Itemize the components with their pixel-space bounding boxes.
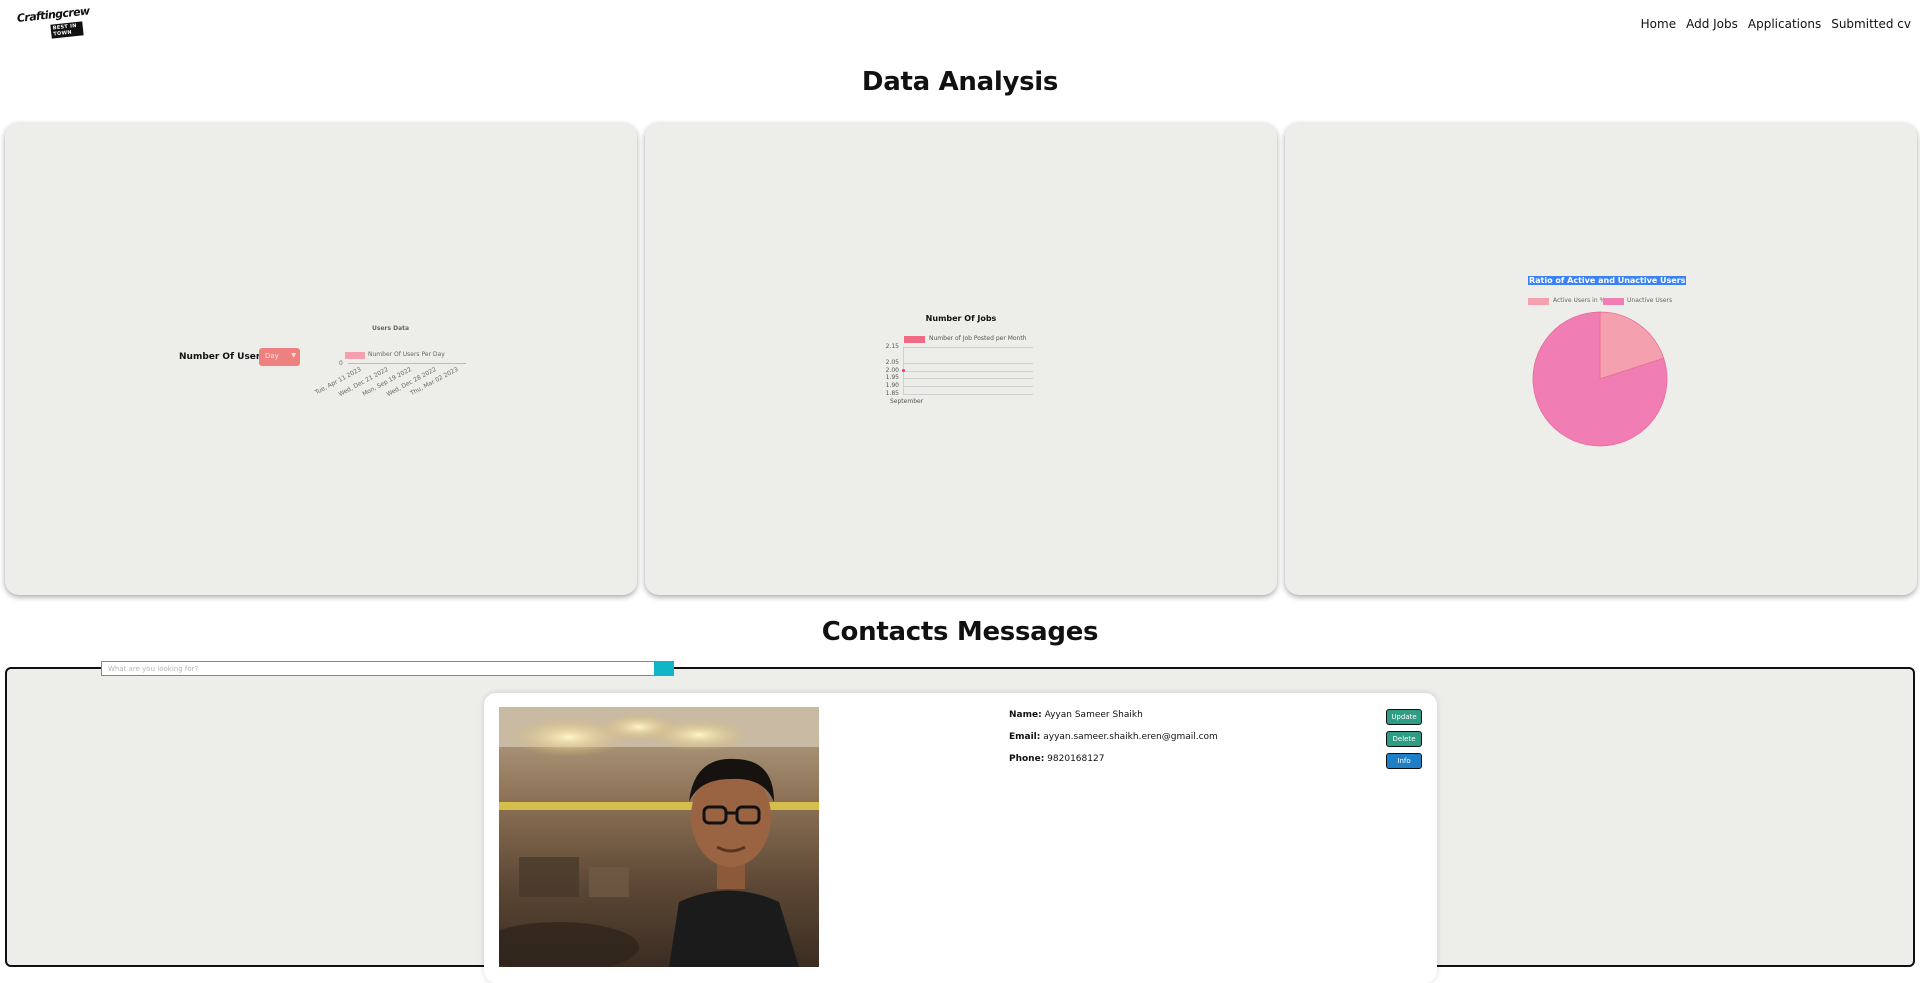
jobs-y-tick: 1.95	[885, 374, 899, 382]
jobs-y-tick: 1.85	[885, 390, 899, 397]
nav-links: Home Add Jobs Applications Submitted cv	[1641, 17, 1911, 31]
contact-card: Name: Ayyan Sameer Shaikh Email: ayyan.s…	[484, 693, 1437, 983]
users-y-tick: 0	[339, 360, 343, 367]
chevron-down-icon: ▼	[291, 352, 296, 359]
users-chart-title: Users Data	[372, 325, 410, 332]
number-of-users-label: Number Of Users	[179, 352, 266, 362]
period-select-value: Day	[265, 352, 279, 360]
jobs-y-tick: 2.05	[885, 358, 899, 366]
jobs-legend-label: Number of Job Posted per Month	[929, 335, 1027, 342]
contact-phone-label: Phone:	[1009, 754, 1045, 764]
jobs-y-tick: 1.90	[885, 382, 899, 390]
contact-phone-value: 9820168127	[1047, 754, 1105, 764]
contact-photo-image	[499, 707, 819, 967]
data-analysis-title: Data Analysis	[861, 67, 1059, 97]
unactive-legend-label: Unactive Users	[1627, 297, 1673, 304]
contact-email-row: Email: ayyan.sameer.shaikh.eren@gmail.co…	[1009, 732, 1218, 742]
jobs-y-tick: 2.15	[885, 343, 899, 350]
contact-name-row: Name: Ayyan Sameer Shaikh	[1009, 710, 1143, 720]
info-button[interactable]: Info	[1386, 753, 1422, 769]
jobs-data-point	[902, 369, 905, 372]
contact-email-value: ayyan.sameer.shaikh.eren@gmail.com	[1043, 732, 1218, 742]
active-legend-label: Active Users in %	[1553, 297, 1606, 304]
users-legend-swatch	[345, 352, 365, 359]
logo[interactable]: Craftingcrew BEST IN TOWN	[16, 4, 90, 39]
search-button[interactable]	[654, 661, 674, 676]
jobs-chart-card: Number Of Jobs Number of Job Posted per …	[645, 123, 1277, 595]
ratio-chart-title: Ratio of Active and Unactive Users	[1528, 276, 1687, 285]
jobs-y-tick: 2.00	[885, 366, 899, 374]
jobs-legend-swatch	[904, 336, 925, 343]
contact-photo	[499, 707, 819, 967]
contact-email-label: Email:	[1009, 732, 1041, 742]
nav-link-add-jobs[interactable]: Add Jobs	[1686, 17, 1738, 31]
contact-name-label: Name:	[1009, 710, 1042, 720]
ratio-pie-chart	[1532, 311, 1668, 447]
jobs-gridline	[903, 394, 1033, 395]
jobs-chart-title: Number Of Jobs	[925, 314, 997, 323]
search-input[interactable]	[101, 661, 656, 676]
unactive-legend-swatch	[1603, 298, 1624, 305]
update-button[interactable]: Update	[1386, 709, 1422, 725]
nav-link-home[interactable]: Home	[1641, 17, 1676, 31]
navbar: Craftingcrew BEST IN TOWN Home Add Jobs …	[0, 0, 1920, 48]
jobs-gridline	[903, 347, 1033, 348]
jobs-gridline	[903, 362, 1033, 364]
period-select[interactable]: Day ▼	[259, 348, 300, 366]
users-x-axis	[348, 363, 466, 364]
contacts-title: Contacts Messages	[821, 617, 1099, 647]
nav-link-applications[interactable]: Applications	[1748, 17, 1821, 31]
ratio-chart-card: Ratio of Active and Unactive Users Activ…	[1285, 123, 1917, 595]
delete-button[interactable]: Delete	[1386, 731, 1422, 747]
users-chart-card: Number Of Users Day ▼ Users Data Number …	[5, 123, 637, 595]
logo-tag: BEST IN TOWN	[50, 21, 84, 39]
jobs-x-tick: September	[890, 398, 924, 405]
nav-link-submitted-cv[interactable]: Submitted cv	[1831, 17, 1911, 31]
jobs-gridline	[903, 386, 1033, 388]
jobs-gridline	[903, 378, 1033, 380]
users-legend-label: Number Of Users Per Day	[368, 351, 445, 358]
contact-name-value: Ayyan Sameer Shaikh	[1044, 710, 1143, 720]
active-legend-swatch	[1528, 298, 1549, 305]
contact-phone-row: Phone: 9820168127	[1009, 754, 1104, 764]
jobs-gridline	[903, 370, 1033, 372]
